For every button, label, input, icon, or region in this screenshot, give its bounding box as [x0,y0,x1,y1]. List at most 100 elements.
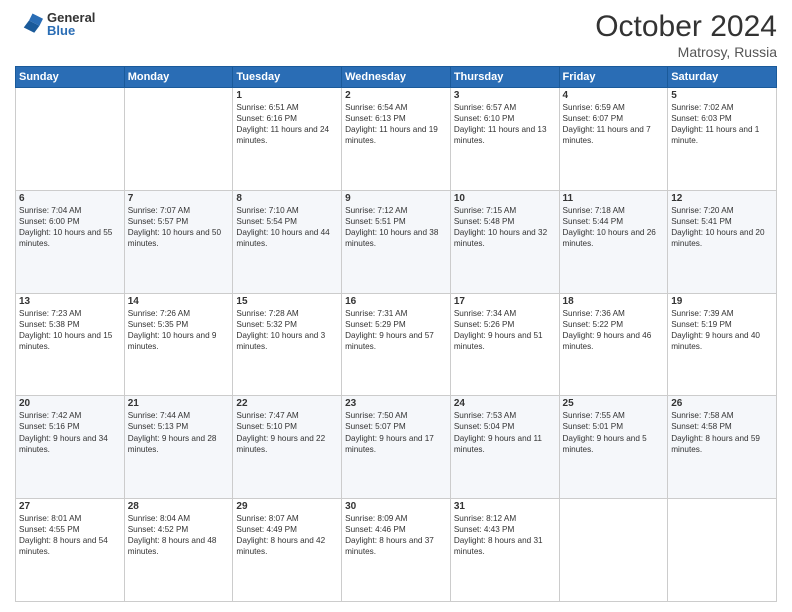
calendar-cell: 31Sunrise: 8:12 AMSunset: 4:43 PMDayligh… [450,499,559,602]
day-info: Sunrise: 7:50 AMSunset: 5:07 PMDaylight:… [345,410,447,454]
day-info: Sunrise: 7:34 AMSunset: 5:26 PMDaylight:… [454,308,556,352]
day-number: 25 [563,398,665,409]
calendar-cell: 12Sunrise: 7:20 AMSunset: 5:41 PMDayligh… [668,190,777,293]
calendar-cell: 21Sunrise: 7:44 AMSunset: 5:13 PMDayligh… [124,396,233,499]
day-number: 29 [236,501,338,512]
day-info: Sunrise: 7:39 AMSunset: 5:19 PMDaylight:… [671,308,773,352]
calendar-cell: 9Sunrise: 7:12 AMSunset: 5:51 PMDaylight… [342,190,451,293]
day-number: 15 [236,296,338,307]
calendar-cell: 15Sunrise: 7:28 AMSunset: 5:32 PMDayligh… [233,293,342,396]
calendar-cell: 7Sunrise: 7:07 AMSunset: 5:57 PMDaylight… [124,190,233,293]
calendar-header-friday: Friday [559,67,668,88]
day-number: 14 [128,296,230,307]
calendar-week-row: 20Sunrise: 7:42 AMSunset: 5:16 PMDayligh… [16,396,777,499]
day-number: 17 [454,296,556,307]
calendar-cell [16,88,125,191]
calendar-header-wednesday: Wednesday [342,67,451,88]
calendar-cell: 18Sunrise: 7:36 AMSunset: 5:22 PMDayligh… [559,293,668,396]
calendar-header-thursday: Thursday [450,67,559,88]
title-area: October 2024 Matrosy, Russia [595,10,777,60]
calendar-cell: 10Sunrise: 7:15 AMSunset: 5:48 PMDayligh… [450,190,559,293]
day-info: Sunrise: 7:10 AMSunset: 5:54 PMDaylight:… [236,205,338,249]
calendar-cell: 20Sunrise: 7:42 AMSunset: 5:16 PMDayligh… [16,396,125,499]
day-number: 18 [563,296,665,307]
calendar-header-sunday: Sunday [16,67,125,88]
day-number: 1 [236,90,338,101]
day-info: Sunrise: 7:18 AMSunset: 5:44 PMDaylight:… [563,205,665,249]
day-info: Sunrise: 8:12 AMSunset: 4:43 PMDaylight:… [454,513,556,557]
logo-icon [15,10,43,38]
calendar-week-row: 6Sunrise: 7:04 AMSunset: 6:00 PMDaylight… [16,190,777,293]
calendar-cell: 2Sunrise: 6:54 AMSunset: 6:13 PMDaylight… [342,88,451,191]
calendar-cell: 19Sunrise: 7:39 AMSunset: 5:19 PMDayligh… [668,293,777,396]
calendar-cell: 27Sunrise: 8:01 AMSunset: 4:55 PMDayligh… [16,499,125,602]
location: Matrosy, Russia [595,44,777,60]
day-number: 23 [345,398,447,409]
day-number: 3 [454,90,556,101]
calendar-week-row: 27Sunrise: 8:01 AMSunset: 4:55 PMDayligh… [16,499,777,602]
day-info: Sunrise: 7:23 AMSunset: 5:38 PMDaylight:… [19,308,121,352]
day-info: Sunrise: 7:12 AMSunset: 5:51 PMDaylight:… [345,205,447,249]
day-number: 22 [236,398,338,409]
calendar-header-monday: Monday [124,67,233,88]
day-info: Sunrise: 7:02 AMSunset: 6:03 PMDaylight:… [671,102,773,146]
header: General Blue October 2024 Matrosy, Russi… [15,10,777,60]
page: General Blue October 2024 Matrosy, Russi… [0,0,792,612]
day-info: Sunrise: 7:04 AMSunset: 6:00 PMDaylight:… [19,205,121,249]
day-info: Sunrise: 7:42 AMSunset: 5:16 PMDaylight:… [19,410,121,454]
day-number: 19 [671,296,773,307]
calendar-cell: 6Sunrise: 7:04 AMSunset: 6:00 PMDaylight… [16,190,125,293]
calendar-cell: 17Sunrise: 7:34 AMSunset: 5:26 PMDayligh… [450,293,559,396]
day-info: Sunrise: 7:07 AMSunset: 5:57 PMDaylight:… [128,205,230,249]
calendar-cell: 14Sunrise: 7:26 AMSunset: 5:35 PMDayligh… [124,293,233,396]
day-info: Sunrise: 7:31 AMSunset: 5:29 PMDaylight:… [345,308,447,352]
calendar-week-row: 13Sunrise: 7:23 AMSunset: 5:38 PMDayligh… [16,293,777,396]
day-info: Sunrise: 7:55 AMSunset: 5:01 PMDaylight:… [563,410,665,454]
calendar-cell: 25Sunrise: 7:55 AMSunset: 5:01 PMDayligh… [559,396,668,499]
day-info: Sunrise: 7:58 AMSunset: 4:58 PMDaylight:… [671,410,773,454]
day-info: Sunrise: 8:07 AMSunset: 4:49 PMDaylight:… [236,513,338,557]
day-number: 11 [563,193,665,204]
day-number: 30 [345,501,447,512]
day-info: Sunrise: 7:28 AMSunset: 5:32 PMDaylight:… [236,308,338,352]
day-number: 26 [671,398,773,409]
day-number: 13 [19,296,121,307]
day-number: 28 [128,501,230,512]
day-info: Sunrise: 7:47 AMSunset: 5:10 PMDaylight:… [236,410,338,454]
calendar-cell: 29Sunrise: 8:07 AMSunset: 4:49 PMDayligh… [233,499,342,602]
day-number: 7 [128,193,230,204]
day-number: 10 [454,193,556,204]
day-number: 21 [128,398,230,409]
day-number: 20 [19,398,121,409]
logo-text: General Blue [47,11,95,37]
day-number: 4 [563,90,665,101]
day-info: Sunrise: 7:44 AMSunset: 5:13 PMDaylight:… [128,410,230,454]
calendar-week-row: 1Sunrise: 6:51 AMSunset: 6:16 PMDaylight… [16,88,777,191]
calendar-cell: 28Sunrise: 8:04 AMSunset: 4:52 PMDayligh… [124,499,233,602]
calendar-header-row: SundayMondayTuesdayWednesdayThursdayFrid… [16,67,777,88]
day-number: 31 [454,501,556,512]
calendar-cell: 26Sunrise: 7:58 AMSunset: 4:58 PMDayligh… [668,396,777,499]
day-number: 24 [454,398,556,409]
day-info: Sunrise: 8:04 AMSunset: 4:52 PMDaylight:… [128,513,230,557]
calendar-cell: 8Sunrise: 7:10 AMSunset: 5:54 PMDaylight… [233,190,342,293]
calendar-cell: 13Sunrise: 7:23 AMSunset: 5:38 PMDayligh… [16,293,125,396]
day-number: 12 [671,193,773,204]
calendar-cell: 5Sunrise: 7:02 AMSunset: 6:03 PMDaylight… [668,88,777,191]
day-info: Sunrise: 8:09 AMSunset: 4:46 PMDaylight:… [345,513,447,557]
day-info: Sunrise: 6:57 AMSunset: 6:10 PMDaylight:… [454,102,556,146]
day-number: 8 [236,193,338,204]
day-info: Sunrise: 6:59 AMSunset: 6:07 PMDaylight:… [563,102,665,146]
day-info: Sunrise: 6:54 AMSunset: 6:13 PMDaylight:… [345,102,447,146]
month-title: October 2024 [595,10,777,44]
calendar-cell [668,499,777,602]
calendar-cell: 16Sunrise: 7:31 AMSunset: 5:29 PMDayligh… [342,293,451,396]
calendar-cell: 1Sunrise: 6:51 AMSunset: 6:16 PMDaylight… [233,88,342,191]
calendar-cell: 11Sunrise: 7:18 AMSunset: 5:44 PMDayligh… [559,190,668,293]
calendar-cell: 3Sunrise: 6:57 AMSunset: 6:10 PMDaylight… [450,88,559,191]
calendar-cell [124,88,233,191]
day-info: Sunrise: 7:36 AMSunset: 5:22 PMDaylight:… [563,308,665,352]
day-info: Sunrise: 7:53 AMSunset: 5:04 PMDaylight:… [454,410,556,454]
day-number: 6 [19,193,121,204]
day-number: 2 [345,90,447,101]
